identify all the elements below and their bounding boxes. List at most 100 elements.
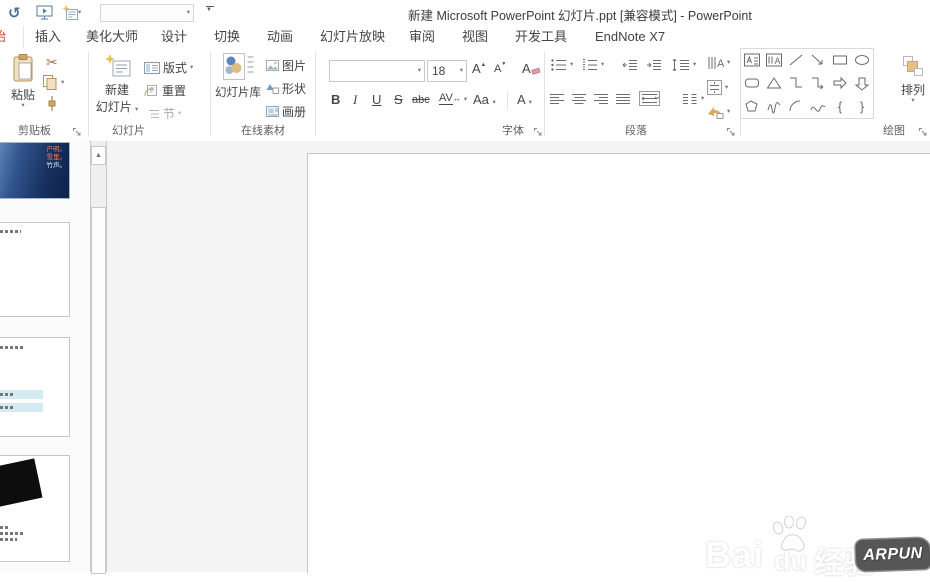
tab-beautify[interactable]: 美化大师 <box>86 26 138 48</box>
tab-insert[interactable]: 插入 <box>35 26 61 48</box>
slide-thumbnail-1[interactable]: 户明。 雪里。 竹声。 <box>0 142 70 199</box>
justify-button[interactable] <box>616 93 631 105</box>
tab-slideshow[interactable]: 幻灯片放映 <box>320 26 385 48</box>
slide-thumbnail-2[interactable] <box>0 222 70 317</box>
tab-transitions[interactable]: 切换 <box>214 26 240 48</box>
tab-home-partial[interactable]: 始 <box>0 26 24 48</box>
shape-vertical-textbox-icon[interactable]: A <box>763 49 785 71</box>
copy-button[interactable]: ▾ <box>42 74 64 91</box>
shrink-font-button[interactable]: A▼ <box>494 63 506 75</box>
align-left-button[interactable] <box>550 93 565 105</box>
line-spacing-button[interactable]: ▾ <box>672 59 696 71</box>
quick-access-combo[interactable]: ▾ <box>100 4 194 22</box>
shape-right-brace-icon[interactable]: } <box>851 95 873 117</box>
align-text-button[interactable]: ▾ <box>707 80 728 95</box>
clear-formatting-button[interactable]: A <box>522 61 541 76</box>
slide-canvas[interactable] <box>307 153 930 573</box>
paste-button[interactable]: 粘贴 ▾ <box>6 53 40 109</box>
tab-review[interactable]: 审阅 <box>409 26 435 48</box>
align-center-button[interactable] <box>572 93 587 105</box>
shapes-icon <box>266 83 279 94</box>
numbering-icon <box>582 59 598 71</box>
clipboard-dialog-launcher[interactable] <box>72 127 82 137</box>
dropdown-icon: ▾ <box>464 96 467 103</box>
online-picture-button[interactable]: 图片 <box>266 57 306 74</box>
dropdown-icon: ▾ <box>725 85 728 91</box>
section-button[interactable]: 节 ▾ <box>148 105 181 122</box>
underline-button[interactable]: U <box>372 92 381 107</box>
tab-design[interactable]: 设计 <box>161 26 187 48</box>
album-button[interactable]: 画册 <box>266 103 306 120</box>
tab-animations[interactable]: 动画 <box>267 26 293 48</box>
shape-down-arrow-icon[interactable] <box>851 72 873 94</box>
font-color-button[interactable]: A ▾ <box>517 92 532 107</box>
shape-scribble-icon[interactable] <box>763 95 785 117</box>
svg-text:A: A <box>717 58 724 70</box>
shape-line-icon[interactable] <box>785 49 807 71</box>
undo-icon[interactable]: ↺ <box>8 3 21 22</box>
shape-arc-icon[interactable] <box>785 95 807 117</box>
paragraph-dialog-launcher[interactable] <box>726 127 736 137</box>
change-case-button[interactable]: Aa ▾ <box>473 92 496 107</box>
layout-button[interactable]: 版式 ▾ <box>144 59 193 76</box>
distribute-text-button[interactable] <box>639 91 660 106</box>
numbering-button[interactable]: ▾ <box>582 59 604 71</box>
arrange-button[interactable]: 排列 ▾ <box>898 55 928 104</box>
align-right-icon <box>594 93 609 105</box>
shape-elbow-arrow-connector-icon[interactable] <box>807 72 829 94</box>
shape-right-arrow-icon[interactable] <box>829 72 851 94</box>
group-label-font: 字体 <box>502 122 524 138</box>
online-shapes-button[interactable]: 形状 <box>266 80 306 97</box>
tab-view[interactable]: 视图 <box>462 26 488 48</box>
shadow-strike-button[interactable]: S <box>394 92 403 107</box>
bold-button[interactable]: B <box>331 92 340 107</box>
slide4-image <box>0 458 43 509</box>
slide1-poem-text: 户明。 雪里。 竹声。 <box>47 146 67 170</box>
font-size-combo[interactable]: 18 ▾ <box>427 60 467 82</box>
tab-endnote[interactable]: EndNote X7 <box>595 26 665 48</box>
slide-gallery-button[interactable]: 幻灯片库 <box>214 53 262 100</box>
scrollbar-thumb[interactable] <box>91 207 106 574</box>
cut-button[interactable]: ✂ <box>46 54 58 71</box>
shape-rectangle-icon[interactable] <box>829 49 851 71</box>
shape-elbow-connector-icon[interactable] <box>785 72 807 94</box>
shape-left-brace-icon[interactable]: { <box>829 95 851 117</box>
slide-thumbnail-3[interactable] <box>0 337 70 437</box>
scrollbar-up-icon[interactable]: ▲ <box>91 146 106 165</box>
format-painter-button[interactable] <box>45 95 59 112</box>
shape-triangle-icon[interactable] <box>763 72 785 94</box>
new-slide-quick-icon[interactable]: ▾ <box>62 3 81 22</box>
italic-button[interactable]: I <box>353 92 357 108</box>
reset-button[interactable]: 重置 <box>144 82 186 99</box>
dropdown-icon: ▾ <box>911 98 914 104</box>
font-name-combo[interactable]: ▾ <box>329 60 425 82</box>
text-direction-button[interactable]: A ▾ <box>707 56 730 70</box>
thumbnail-scrollbar[interactable]: ▲ <box>90 141 107 572</box>
shape-rounded-rectangle-icon[interactable] <box>741 72 763 94</box>
character-spacing-button[interactable]: AV↔ ▾ <box>439 92 467 104</box>
decrease-indent-button[interactable] <box>622 59 638 71</box>
shape-arrow-icon[interactable] <box>807 49 829 71</box>
tab-developer[interactable]: 开发工具 <box>515 26 567 48</box>
font-dialog-launcher[interactable] <box>533 127 543 137</box>
start-slideshow-icon[interactable] <box>36 3 53 22</box>
customize-quick-access-icon[interactable]: ▼ <box>206 6 215 13</box>
shape-textbox-icon[interactable] <box>741 49 763 71</box>
increase-indent-icon <box>646 59 662 71</box>
convert-smartart-button[interactable]: ▾ <box>707 104 730 119</box>
grow-font-button[interactable]: A▲ <box>472 61 486 76</box>
drawing-dialog-launcher[interactable] <box>918 127 928 137</box>
increase-indent-button[interactable] <box>646 59 662 71</box>
dropdown-icon: ▾ <box>493 99 496 106</box>
new-slide-button[interactable]: 新建 幻灯片 ▾ <box>94 53 140 115</box>
align-right-button[interactable] <box>594 93 609 105</box>
layout-icon <box>144 62 160 74</box>
window-title: 新建 Microsoft PowerPoint 幻灯片.ppt [兼容模式] -… <box>408 5 752 24</box>
columns-button[interactable]: ▾ <box>682 93 704 105</box>
shape-curve-icon[interactable] <box>807 95 829 117</box>
shape-oval-icon[interactable] <box>851 49 873 71</box>
bullets-button[interactable]: ▾ <box>551 59 573 71</box>
slide-thumbnail-4[interactable] <box>0 455 70 562</box>
strikethrough-button[interactable]: abc <box>412 94 430 106</box>
shape-freeform-icon[interactable] <box>741 95 763 117</box>
